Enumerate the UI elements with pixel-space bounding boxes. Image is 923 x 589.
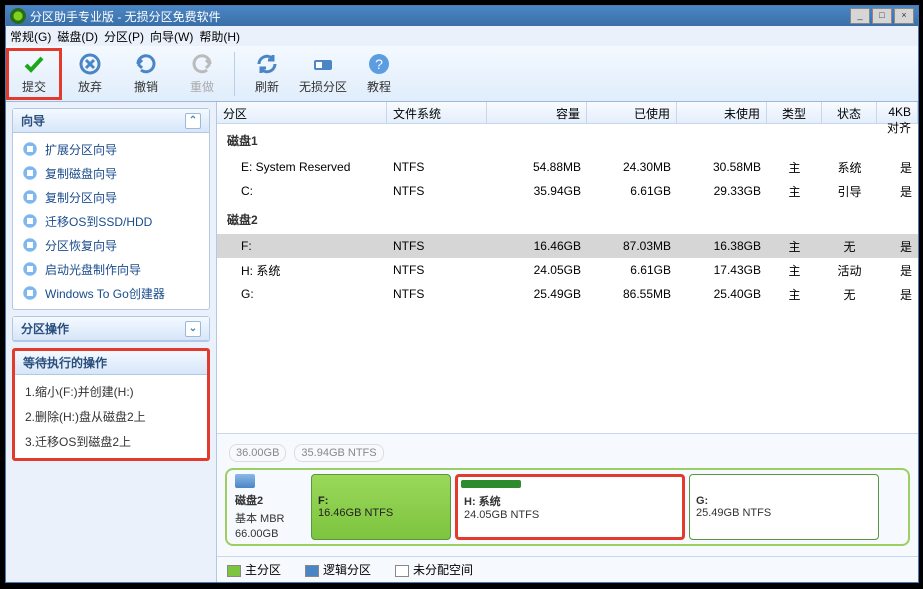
maximize-button[interactable]: □ (872, 8, 892, 24)
help-icon: ? (367, 52, 391, 76)
partition-visual-size: 25.49GB NTFS (696, 507, 872, 519)
column-headers: 分区 文件系统 容量 已使用 未使用 类型 状态 4KB对齐 (217, 102, 918, 124)
partition-visual-name: F: (318, 495, 444, 507)
col-free[interactable]: 未使用 (677, 102, 767, 123)
legend-primary: 主分区 (227, 561, 281, 578)
wizard-item[interactable]: 复制磁盘向导 (17, 161, 205, 185)
disk-icon (235, 474, 255, 488)
discard-icon (78, 52, 102, 76)
menu-partition[interactable]: 分区(P) (104, 28, 144, 45)
disk-group-header: 磁盘1 (217, 124, 918, 155)
pending-op-item[interactable]: 2.删除(H:)盘从磁盘2上 (19, 404, 203, 429)
disk-visual-partition[interactable]: H: 系统24.05GB NTFS (455, 474, 685, 540)
disk-group-header: 磁盘2 (217, 203, 918, 234)
partition-row[interactable]: E: System ReservedNTFS54.88MB24.30MB30.5… (217, 155, 918, 179)
wizard-item-icon (21, 140, 39, 158)
wizard-item-icon (21, 212, 39, 230)
redo-button[interactable]: 重做 (174, 48, 230, 100)
partition-list: 磁盘1E: System ReservedNTFS54.88MB24.30MB3… (217, 124, 918, 433)
wizard-item-label: Windows To Go创建器 (45, 285, 165, 302)
col-filesystem[interactable]: 文件系统 (387, 102, 487, 123)
menu-normal[interactable]: 常规(G) (10, 28, 51, 45)
redo-icon (190, 52, 214, 76)
wizard-panel: 向导 ⌃ 扩展分区向导复制磁盘向导复制分区向导迁移OS到SSD/HDD 分区恢复向… (12, 108, 210, 310)
wizard-item-icon (21, 284, 39, 302)
wizard-item-label: 迁移OS到SSD/HDD (45, 213, 152, 230)
col-status[interactable]: 状态 (822, 102, 877, 123)
partition-row[interactable]: C:NTFS35.94GB6.61GB29.33GB主引导是 (217, 179, 918, 203)
toolbar: 提交 放弃 撤销 重做 刷新 无损分区 ? 教程 (6, 46, 918, 102)
wizard-item[interactable]: 复制分区向导 (17, 185, 205, 209)
wizard-item[interactable]: 扩展分区向导 (17, 137, 205, 161)
menu-disk[interactable]: 磁盘(D) (57, 28, 98, 45)
disk-visual-partition[interactable]: F:16.46GB NTFS (311, 474, 451, 540)
minimize-button[interactable]: _ (850, 8, 870, 24)
partition-visual-size: 16.46GB NTFS (318, 507, 444, 519)
col-used[interactable]: 已使用 (587, 102, 677, 123)
wizard-item[interactable]: Windows To Go创建器 (17, 281, 205, 305)
svg-text:?: ? (375, 56, 383, 72)
wizard-item-label: 复制磁盘向导 (45, 165, 117, 182)
chevron-down-icon[interactable]: ⌄ (185, 321, 201, 337)
col-type[interactable]: 类型 (767, 102, 822, 123)
wizard-item-icon (21, 260, 39, 278)
disk-visual-area: 36.00GB 35.94GB NTFS 磁盘2 基本 MBR 66.00GB … (217, 433, 918, 556)
wizard-item-icon (21, 188, 39, 206)
wizard-item-label: 分区恢复向导 (45, 237, 117, 254)
partition-row[interactable]: F:NTFS16.46GB87.03MB16.38GB主无是 (217, 234, 918, 258)
partition-visual-size: 24.05GB NTFS (464, 509, 676, 521)
tutorial-button[interactable]: ? 教程 (351, 48, 407, 100)
pending-ops-panel: 等待执行的操作 1.缩小(F:)并创建(H:)2.删除(H:)盘从磁盘2上3.迁… (12, 348, 210, 461)
legend-logical: 逻辑分区 (305, 561, 371, 578)
wizard-item-icon (21, 236, 39, 254)
menu-help[interactable]: 帮助(H) (199, 28, 240, 45)
close-button[interactable]: × (894, 8, 914, 24)
disk1-visual-clipped: 36.00GB 35.94GB NTFS (225, 442, 910, 468)
chevron-up-icon[interactable]: ⌃ (185, 113, 201, 129)
menu-wizard[interactable]: 向导(W) (150, 28, 193, 45)
partition-visual-name: H: 系统 (464, 493, 676, 509)
pending-op-item[interactable]: 3.迁移OS到磁盘2上 (19, 429, 203, 454)
disk-label: 磁盘2 基本 MBR 66.00GB (231, 474, 307, 540)
wizard-item-label: 复制分区向导 (45, 189, 117, 206)
wizard-item[interactable]: 分区恢复向导 (17, 233, 205, 257)
lossless-button[interactable]: 无损分区 (295, 48, 351, 100)
menubar: 常规(G) 磁盘(D) 分区(P) 向导(W) 帮助(H) (6, 26, 918, 46)
disk2-visual: 磁盘2 基本 MBR 66.00GB F:16.46GB NTFSH: 系统24… (225, 468, 910, 546)
title-text: 分区助手专业版 - 无损分区免费软件 (30, 8, 221, 25)
undo-button[interactable]: 撤销 (118, 48, 174, 100)
pending-ops-header[interactable]: 等待执行的操作 (15, 351, 207, 375)
col-partition[interactable]: 分区 (217, 102, 387, 123)
disk-visual-partition[interactable]: G:25.49GB NTFS (689, 474, 879, 540)
partition-row[interactable]: G:NTFS25.49GB86.55MB25.40GB主无是 (217, 282, 918, 306)
pending-op-item[interactable]: 1.缩小(F:)并创建(H:) (19, 379, 203, 404)
refresh-button[interactable]: 刷新 (239, 48, 295, 100)
refresh-icon (255, 52, 279, 76)
legend: 主分区 逻辑分区 未分配空间 (217, 556, 918, 582)
partition-ops-panel: 分区操作 ⌄ (12, 316, 210, 342)
check-icon (22, 52, 46, 76)
col-4k-align[interactable]: 4KB对齐 (877, 102, 918, 123)
sidebar: 向导 ⌃ 扩展分区向导复制磁盘向导复制分区向导迁移OS到SSD/HDD 分区恢复向… (6, 102, 216, 582)
partition-visual-name: G: (696, 495, 872, 507)
wizard-item-label: 扩展分区向导 (45, 141, 117, 158)
undo-icon (134, 52, 158, 76)
titlebar: 分区助手专业版 - 无损分区免费软件 _ □ × (6, 6, 918, 26)
disk-icon (311, 52, 335, 76)
legend-unallocated: 未分配空间 (395, 561, 473, 578)
commit-button[interactable]: 提交 (6, 48, 62, 100)
wizard-item-label: 启动光盘制作向导 (45, 261, 141, 278)
partition-row[interactable]: H: 系统NTFS24.05GB6.61GB17.43GB主活动是 (217, 258, 918, 282)
wizard-panel-header[interactable]: 向导 ⌃ (13, 109, 209, 133)
wizard-item[interactable]: 启动光盘制作向导 (17, 257, 205, 281)
wizard-item-icon (21, 164, 39, 182)
partition-ops-header[interactable]: 分区操作 ⌄ (13, 317, 209, 341)
col-capacity[interactable]: 容量 (487, 102, 587, 123)
content-area: 分区 文件系统 容量 已使用 未使用 类型 状态 4KB对齐 磁盘1E: Sys… (216, 102, 918, 582)
wizard-item[interactable]: 迁移OS到SSD/HDD (17, 209, 205, 233)
app-icon (10, 8, 26, 24)
discard-button[interactable]: 放弃 (62, 48, 118, 100)
